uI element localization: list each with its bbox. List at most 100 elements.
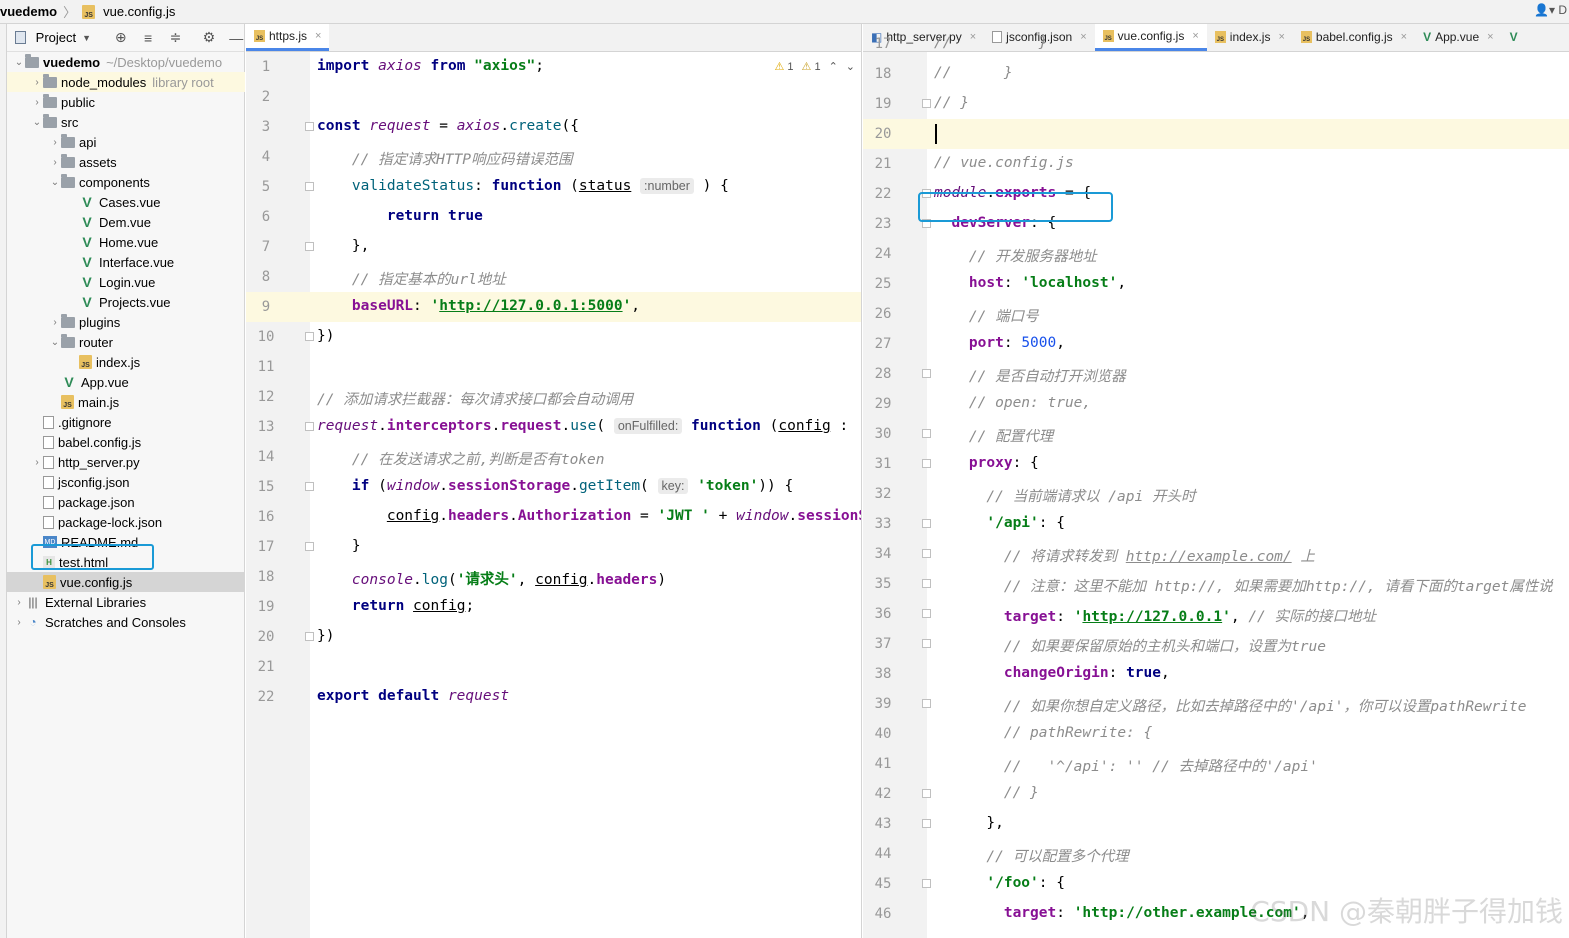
code-line[interactable]: // pathRewrite: { bbox=[934, 725, 1152, 741]
code-line[interactable]: }, bbox=[934, 815, 1003, 831]
code-line[interactable]: return true bbox=[317, 208, 483, 224]
tree-item[interactable]: V Interface.vue bbox=[7, 252, 245, 272]
chevron-right-icon[interactable]: › bbox=[49, 317, 61, 328]
fold-marker-icon[interactable] bbox=[922, 819, 931, 828]
inspection-widget[interactable]: ⚠ 1 ⚠ 1 ⌃ ⌄ bbox=[774, 60, 855, 73]
fold-marker-icon[interactable] bbox=[922, 789, 931, 798]
close-icon[interactable]: × bbox=[1401, 31, 1407, 43]
gear-icon[interactable]: ⚙ bbox=[201, 29, 216, 46]
code-line[interactable]: } bbox=[317, 538, 361, 554]
fold-marker-icon[interactable] bbox=[305, 242, 314, 251]
breadcrumb-file[interactable]: JS vue.config.js bbox=[82, 4, 175, 19]
fold-marker-icon[interactable] bbox=[305, 122, 314, 131]
code-line[interactable]: proxy: { bbox=[934, 455, 1039, 471]
tree-item[interactable]: package.json bbox=[7, 492, 245, 512]
code-line[interactable]: // } bbox=[934, 65, 1013, 81]
code-line[interactable]: // 如果你想自定义路径，比如去掉路径中的'/api'，你可以设置pathRew… bbox=[934, 695, 1527, 716]
code-line[interactable]: config.headers.Authorization = 'JWT ' + … bbox=[317, 508, 861, 524]
editor-tab[interactable]: JS https.js × bbox=[246, 24, 330, 51]
locate-icon[interactable]: ⊕ bbox=[113, 29, 128, 46]
chevron-right-icon[interactable]: › bbox=[31, 97, 43, 108]
code-line[interactable]: target: 'http://127.0.0.1', // 实际的接口地址 bbox=[934, 605, 1376, 626]
code-line[interactable]: const request = axios.create({ bbox=[317, 118, 579, 134]
tree-item[interactable]: V Home.vue bbox=[7, 232, 245, 252]
fold-marker-icon[interactable] bbox=[922, 459, 931, 468]
editor-tab[interactable]: V bbox=[1502, 24, 1530, 51]
fold-marker-icon[interactable] bbox=[305, 542, 314, 551]
tree-item[interactable]: › assets bbox=[7, 152, 245, 172]
code-line[interactable]: devServer: { bbox=[934, 215, 1056, 231]
code-line[interactable]: // 开发服务器地址 bbox=[934, 245, 1097, 266]
fold-marker-icon[interactable] bbox=[922, 519, 931, 528]
tree-item[interactable]: package-lock.json bbox=[7, 512, 245, 532]
fold-marker-icon[interactable] bbox=[922, 879, 931, 888]
tree-item[interactable]: V App.vue bbox=[7, 372, 245, 392]
tree-item[interactable]: › node_modules library root bbox=[7, 72, 245, 92]
code-line[interactable]: // 当前端请求以 /api 开头时 bbox=[934, 485, 1195, 506]
tree-item[interactable]: ⌄ components bbox=[7, 172, 245, 192]
code-line[interactable]: // 注意：这里不能加 http://, 如果需要加http://, 请看下面的… bbox=[934, 575, 1553, 596]
fold-marker-icon[interactable] bbox=[922, 549, 931, 558]
chevron-down-icon[interactable]: ⌄ bbox=[13, 57, 25, 68]
close-icon[interactable]: × bbox=[315, 30, 321, 42]
code-line[interactable]: }) bbox=[317, 328, 334, 344]
fold-marker-icon[interactable] bbox=[922, 639, 931, 648]
editor-tab[interactable]: JS index.js × bbox=[1207, 24, 1293, 51]
tree-item[interactable]: jsconfig.json bbox=[7, 472, 245, 492]
tree-item[interactable]: › public bbox=[7, 92, 245, 112]
code-line[interactable]: '/foo': { bbox=[934, 875, 1065, 891]
tree-item[interactable]: .gitignore bbox=[7, 412, 245, 432]
fold-marker-icon[interactable] bbox=[305, 332, 314, 341]
tree-item[interactable]: JS index.js bbox=[7, 352, 245, 372]
code-line[interactable]: // 如果要保留原始的主机头和端口，设置为true bbox=[934, 635, 1326, 656]
code-line[interactable]: // 端口号 bbox=[934, 305, 1039, 326]
code-line[interactable]: '/api': { bbox=[934, 515, 1065, 531]
chevron-right-icon[interactable]: › bbox=[49, 157, 61, 168]
code-line[interactable]: }) bbox=[317, 628, 334, 644]
chevron-down-icon[interactable]: ▼ bbox=[82, 33, 91, 43]
tree-item[interactable]: ⌄ src bbox=[7, 112, 245, 132]
editor-tab[interactable]: JS babel.config.js × bbox=[1293, 24, 1415, 51]
code-line[interactable]: if (window.sessionStorage.getItem( key: … bbox=[317, 478, 793, 494]
tree-item[interactable]: Htest.html bbox=[7, 552, 245, 572]
user-menu[interactable]: 👤▾ D bbox=[1534, 3, 1567, 17]
tree-item[interactable]: JS main.js bbox=[7, 392, 245, 412]
code-line[interactable]: // 是否自动打开浏览器 bbox=[934, 365, 1126, 386]
tree-item[interactable]: JS vue.config.js bbox=[7, 572, 245, 592]
tree-item[interactable]: babel.config.js bbox=[7, 432, 245, 452]
code-line[interactable]: request.interceptors.request.use( onFulf… bbox=[317, 418, 848, 434]
chevron-down-icon[interactable]: ⌄ bbox=[49, 177, 61, 188]
code-line[interactable]: // } bbox=[934, 785, 1039, 801]
tree-item[interactable]: V Cases.vue bbox=[7, 192, 245, 212]
chevron-down-icon[interactable]: ⌄ bbox=[49, 337, 61, 348]
tree-item[interactable]: V Projects.vue bbox=[7, 292, 245, 312]
code-line[interactable]: }, bbox=[317, 238, 369, 254]
code-line[interactable]: module.exports = { bbox=[934, 185, 1091, 201]
chevron-right-icon[interactable]: › bbox=[31, 77, 43, 88]
code-line[interactable]: baseURL: 'http://127.0.0.1:5000', bbox=[317, 298, 640, 314]
fold-marker-icon[interactable] bbox=[305, 482, 314, 491]
code-line[interactable]: changeOrigin: true, bbox=[934, 665, 1170, 681]
tree-item[interactable]: ⌄ router bbox=[7, 332, 245, 352]
code-line[interactable]: validateStatus: function (status :number… bbox=[317, 178, 729, 194]
code-line[interactable]: return config; bbox=[317, 598, 474, 614]
chevron-right-icon[interactable]: › bbox=[13, 617, 25, 628]
code-line[interactable]: // 添加请求拦截器：每次请求接口都会自动调用 bbox=[317, 388, 633, 409]
fold-marker-icon[interactable] bbox=[922, 219, 931, 228]
chevron-up-icon[interactable]: ⌃ bbox=[829, 60, 838, 73]
tree-item[interactable]: › api bbox=[7, 132, 245, 152]
code-line[interactable]: import axios from "axios"; bbox=[317, 58, 544, 74]
code-line[interactable]: // } bbox=[934, 95, 969, 111]
tree-item[interactable]: ⌄ vuedemo ~/Desktop/vuedemo bbox=[7, 52, 245, 72]
tree-item[interactable]: V Dem.vue bbox=[7, 212, 245, 232]
code-line[interactable]: host: 'localhost', bbox=[934, 275, 1126, 291]
editor-tab[interactable]: V App.vue × bbox=[1415, 24, 1502, 51]
close-icon[interactable]: × bbox=[1278, 31, 1284, 43]
minimize-icon[interactable]: — bbox=[229, 30, 244, 46]
chevron-right-icon[interactable]: › bbox=[49, 137, 61, 148]
fold-marker-icon[interactable] bbox=[305, 422, 314, 431]
fold-marker-icon[interactable] bbox=[922, 579, 931, 588]
project-view-selector[interactable]: Project bbox=[36, 30, 76, 45]
code-line[interactable]: // 可以配置多个代理 bbox=[934, 845, 1128, 866]
code-line[interactable]: // 指定请求HTTP响应码错误范围 bbox=[317, 148, 573, 169]
